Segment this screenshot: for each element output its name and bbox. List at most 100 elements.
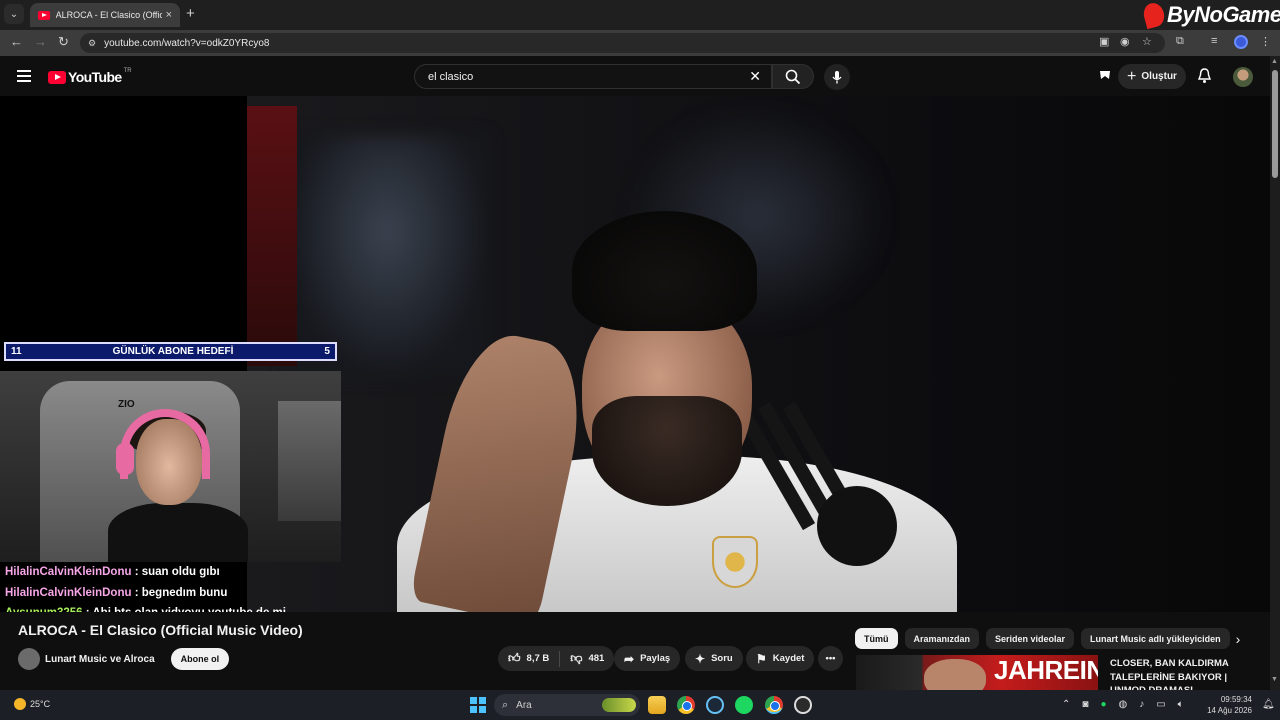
scrollbar-thumb[interactable]	[1272, 70, 1278, 178]
notification-center-icon[interactable]: 🔔︎	[1262, 699, 1275, 710]
discord-tray-icon[interactable]: ◙	[1082, 699, 1088, 710]
address-bar[interactable]: ⚙ youtube.com/watch?v=odkZ0YRcyo8	[80, 33, 1165, 53]
chrome-icon[interactable]	[677, 696, 695, 714]
browser-profile-icon[interactable]	[1234, 35, 1248, 49]
chair-logo: ZIO	[118, 399, 135, 410]
like-dislike-group: 👍︎ 8,7 B 👎︎ 481	[498, 646, 615, 671]
steam-tray-icon[interactable]: ◍	[1118, 699, 1127, 710]
new-tab-button[interactable]: +	[186, 5, 195, 22]
watermark-text: ByNoGame	[1167, 2, 1280, 27]
account-avatar[interactable]	[1233, 67, 1253, 87]
microphone-icon	[832, 71, 842, 84]
tray-chevron-icon[interactable]: ⌃	[1062, 699, 1070, 710]
save-label: Kaydet	[772, 653, 805, 664]
reload-icon[interactable]: ↻	[58, 34, 69, 50]
browser-address-row: ← → ↻ ⚙ youtube.com/watch?v=odkZ0YRcyo8 …	[0, 30, 1280, 56]
youtube-logo[interactable]: YouTube TR	[48, 68, 132, 85]
thumbs-down-icon[interactable]: 👎︎	[570, 651, 582, 666]
video-frame	[247, 96, 1270, 612]
clear-search-icon[interactable]: ✕	[749, 68, 761, 85]
filter-chip[interactable]: Tümü	[855, 628, 898, 649]
tracking-eye-icon[interactable]: ◉	[1120, 35, 1130, 48]
subscribe-button[interactable]: Abone ol	[170, 648, 230, 670]
daily-subscriber-goal-bar: 11 GÜNLÜK ABONE HEDEFİ 5	[4, 342, 337, 361]
channel-row: Lunart Music ve Alroca Abone ol	[18, 648, 230, 670]
browser-menu-icon[interactable]: ⋮	[1260, 35, 1271, 48]
recommended-video-title[interactable]: CLOSER, BAN KALDIRMA TALEPLERİNE BAKIYOR…	[1110, 657, 1260, 690]
video-title: ALROCA - El Clasico (Official Music Vide…	[18, 622, 303, 638]
file-explorer-icon[interactable]	[648, 696, 666, 714]
chat-message: HilalinCalvinKleinDonu : begnedım bunu	[5, 583, 345, 604]
youtube-play-icon	[48, 70, 66, 84]
windows-start-icon[interactable]	[470, 697, 486, 713]
browser-tab-active[interactable]: ALROCA - El Clasico (Official M ×	[30, 3, 180, 27]
dislike-count[interactable]: 481	[588, 653, 604, 664]
goal-target: 5	[324, 346, 330, 357]
hp-sponsor-logo	[817, 486, 897, 566]
chrome-active-icon[interactable]	[765, 696, 783, 714]
install-app-icon[interactable]: ▣	[1099, 35, 1109, 48]
youtube-wordmark: YouTube	[68, 69, 122, 85]
obs-icon[interactable]	[794, 696, 812, 714]
save-button[interactable]: ⚑ Kaydet	[746, 646, 815, 671]
gaming-controller-icon[interactable]	[1097, 67, 1113, 88]
search-icon	[785, 69, 801, 84]
mic-tray-icon[interactable]: ♪	[1139, 699, 1144, 710]
menu-hamburger-icon[interactable]	[17, 70, 31, 85]
chat-username: HilalinCalvinKleinDonu	[5, 566, 132, 578]
thumbs-up-icon[interactable]: 👍︎	[508, 651, 521, 666]
scroll-down-icon[interactable]: ▼	[1271, 676, 1278, 683]
create-label: Oluştur	[1141, 71, 1177, 82]
clock-date: 14 Ağu 2026	[1207, 706, 1252, 715]
tab-title: ALROCA - El Clasico (Official M	[55, 10, 162, 20]
network-tray-icon[interactable]: ▭	[1156, 699, 1165, 710]
more-actions-button[interactable]: •••	[818, 646, 843, 671]
filter-chip[interactable]: Aramanızdan	[904, 628, 980, 649]
media-controls-icon[interactable]: ≡	[1211, 35, 1217, 47]
scroll-up-icon[interactable]: ▲	[1271, 58, 1278, 65]
notifications-bell-icon[interactable]	[1197, 67, 1212, 89]
share-button[interactable]: ➦ Paylaş	[614, 646, 681, 671]
bynogame-logo-icon	[1141, 0, 1167, 30]
ask-button[interactable]: ✦ Soru	[685, 646, 743, 671]
search-button[interactable]	[772, 64, 814, 89]
windows-taskbar: 25°C ⌕ Ara ⌃ ◙ ● ◍ ♪ ▭ 🔈︎ 09:59:34 14 Ağ…	[0, 690, 1280, 720]
tab-close-icon[interactable]: ×	[166, 9, 172, 21]
page-scrollbar[interactable]: ▲ ▼	[1270, 56, 1280, 690]
volume-tray-icon[interactable]: 🔈︎	[1178, 699, 1184, 710]
channel-avatar[interactable]	[18, 648, 40, 670]
chat-text: : suan oldu gıbı	[134, 566, 220, 578]
chat-username: HilalinCalvinKleinDonu	[5, 586, 132, 599]
search-input[interactable]: el clasico ✕	[414, 64, 772, 89]
channel-name[interactable]: Lunart Music ve Alroca	[45, 654, 155, 665]
tab-search-dropdown[interactable]: ⌄	[4, 4, 24, 24]
taskbar-search-input[interactable]: ⌕ Ara	[494, 694, 640, 716]
url-text: youtube.com/watch?v=odkZ0YRcyo8	[104, 37, 270, 49]
streamer-webcam: ZIO	[0, 371, 341, 562]
taskbar-clock[interactable]: 09:59:34 14 Ağu 2026	[1206, 694, 1252, 716]
bookmark-star-icon[interactable]: ☆	[1142, 35, 1152, 48]
voice-search-button[interactable]	[824, 64, 850, 90]
extensions-icon[interactable]: ⧉	[1176, 35, 1184, 48]
spotify-tray-icon[interactable]: ●	[1100, 699, 1106, 710]
filter-chip[interactable]: Seriden videolar	[986, 628, 1075, 649]
weather-widget[interactable]: 25°C	[14, 698, 50, 710]
like-count[interactable]: 8,7 B	[527, 653, 550, 664]
search-query: el clasico	[428, 70, 474, 83]
youtube-header: YouTube TR el clasico ✕ + Oluştur	[0, 56, 1270, 96]
bookmark-icon: ⚑	[756, 651, 767, 666]
goal-current: 11	[11, 346, 22, 357]
steam-icon[interactable]	[706, 696, 724, 714]
recommended-video-thumbnail[interactable]: JAHREIN	[856, 655, 1098, 690]
chevron-right-icon[interactable]: ›	[1227, 628, 1249, 650]
back-arrow-icon[interactable]: ←	[10, 34, 23, 49]
filter-chip[interactable]: Lunart Music adlı yükleyiciden	[1081, 628, 1230, 649]
spotify-icon[interactable]	[735, 696, 753, 714]
site-info-icon[interactable]: ⚙	[88, 38, 96, 49]
forward-arrow-icon[interactable]: →	[34, 34, 47, 49]
country-code: TR	[123, 68, 132, 74]
taskbar-search-label: Ara	[516, 699, 532, 711]
create-button[interactable]: + Oluştur	[1118, 64, 1186, 89]
more-dots-icon: •••	[825, 653, 836, 664]
share-label: Paylaş	[640, 653, 671, 664]
